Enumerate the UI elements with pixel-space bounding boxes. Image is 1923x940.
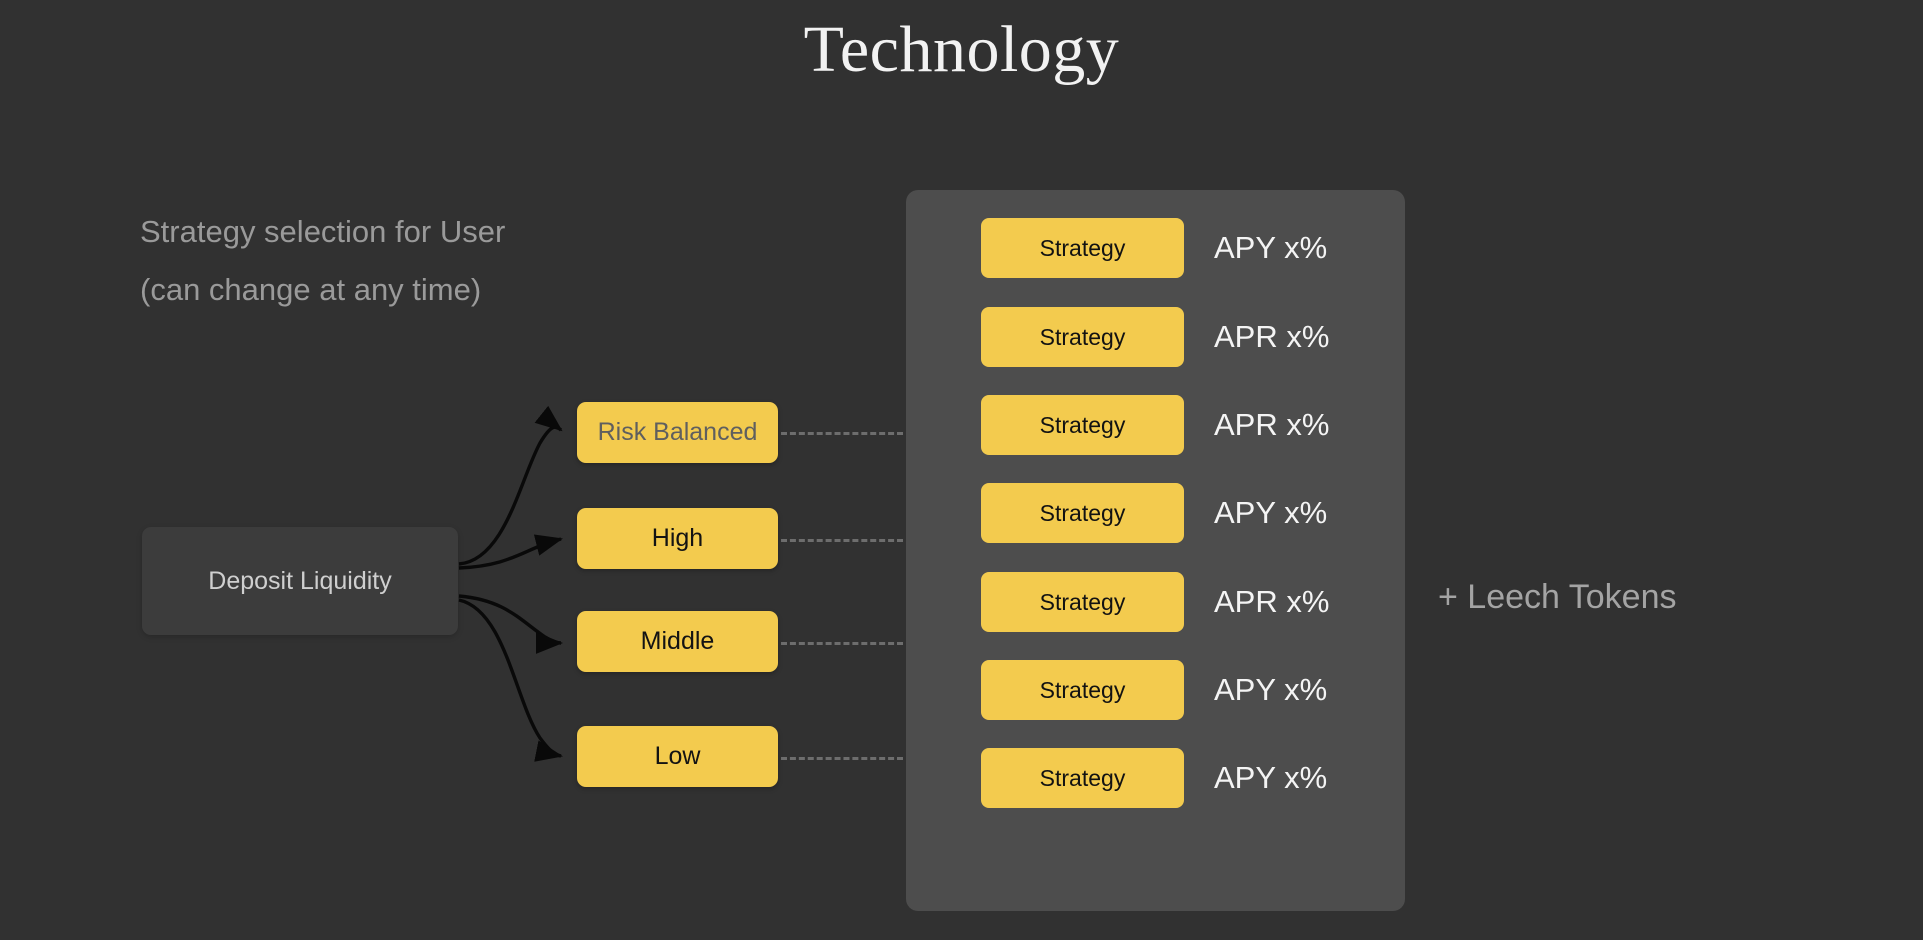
connector-dashed-risk-balanced: [781, 432, 903, 435]
strategy-chip[interactable]: Strategy: [981, 307, 1184, 367]
strategy-chip[interactable]: Strategy: [981, 572, 1184, 632]
connector-dashed-low: [781, 757, 903, 760]
leech-tokens-label: + Leech Tokens: [1438, 578, 1677, 616]
strategy-selection-caption: Strategy selection for User (can change …: [140, 203, 505, 319]
risk-box-label: Low: [654, 742, 701, 770]
strategy-rate: APY x%: [1214, 230, 1328, 265]
strategy-chip[interactable]: Strategy: [981, 748, 1184, 808]
caption-line-1: Strategy selection for User: [140, 214, 506, 249]
strategy-chip[interactable]: Strategy: [981, 218, 1184, 278]
strategy-rate: APY x%: [1214, 495, 1328, 530]
connector-dashed-high: [781, 539, 903, 542]
risk-box-low[interactable]: Low: [577, 726, 778, 787]
strategy-row[interactable]: Strategy APY x%: [981, 748, 1327, 808]
strategy-rate: APR x%: [1214, 319, 1330, 354]
strategy-chip[interactable]: Strategy: [981, 660, 1184, 720]
risk-box-label: Middle: [640, 627, 715, 655]
strategy-rate: APY x%: [1214, 760, 1328, 795]
deposit-liquidity-box[interactable]: Deposit Liquidity: [142, 527, 458, 635]
risk-box-risk-balanced[interactable]: Risk Balanced: [577, 402, 778, 463]
deposit-liquidity-label: Deposit Liquidity: [208, 566, 392, 595]
strategy-row[interactable]: Strategy APY x%: [981, 660, 1327, 720]
strategy-panel: Strategy APY x% Strategy APR x% Strategy…: [906, 190, 1405, 911]
connector-dashed-middle: [781, 642, 903, 645]
strategy-rate: APY x%: [1214, 672, 1328, 707]
strategy-row[interactable]: Strategy APR x%: [981, 395, 1329, 455]
strategy-chip[interactable]: Strategy: [981, 483, 1184, 543]
strategy-chip[interactable]: Strategy: [981, 395, 1184, 455]
strategy-row[interactable]: Strategy APR x%: [981, 572, 1329, 632]
strategy-row[interactable]: Strategy APY x%: [981, 483, 1327, 543]
risk-box-middle[interactable]: Middle: [577, 611, 778, 672]
slide-canvas: Technology Strategy selection for User (…: [0, 0, 1923, 940]
risk-box-high[interactable]: High: [577, 508, 778, 569]
risk-box-label: High: [651, 524, 704, 552]
caption-line-2: (can change at any time): [140, 272, 482, 307]
strategy-rate: APR x%: [1214, 584, 1330, 619]
strategy-row[interactable]: Strategy APY x%: [981, 218, 1327, 278]
risk-box-label: Risk Balanced: [597, 418, 758, 446]
page-title: Technology: [803, 13, 1120, 86]
strategy-row[interactable]: Strategy APR x%: [981, 307, 1329, 367]
strategy-rate: APR x%: [1214, 407, 1330, 442]
